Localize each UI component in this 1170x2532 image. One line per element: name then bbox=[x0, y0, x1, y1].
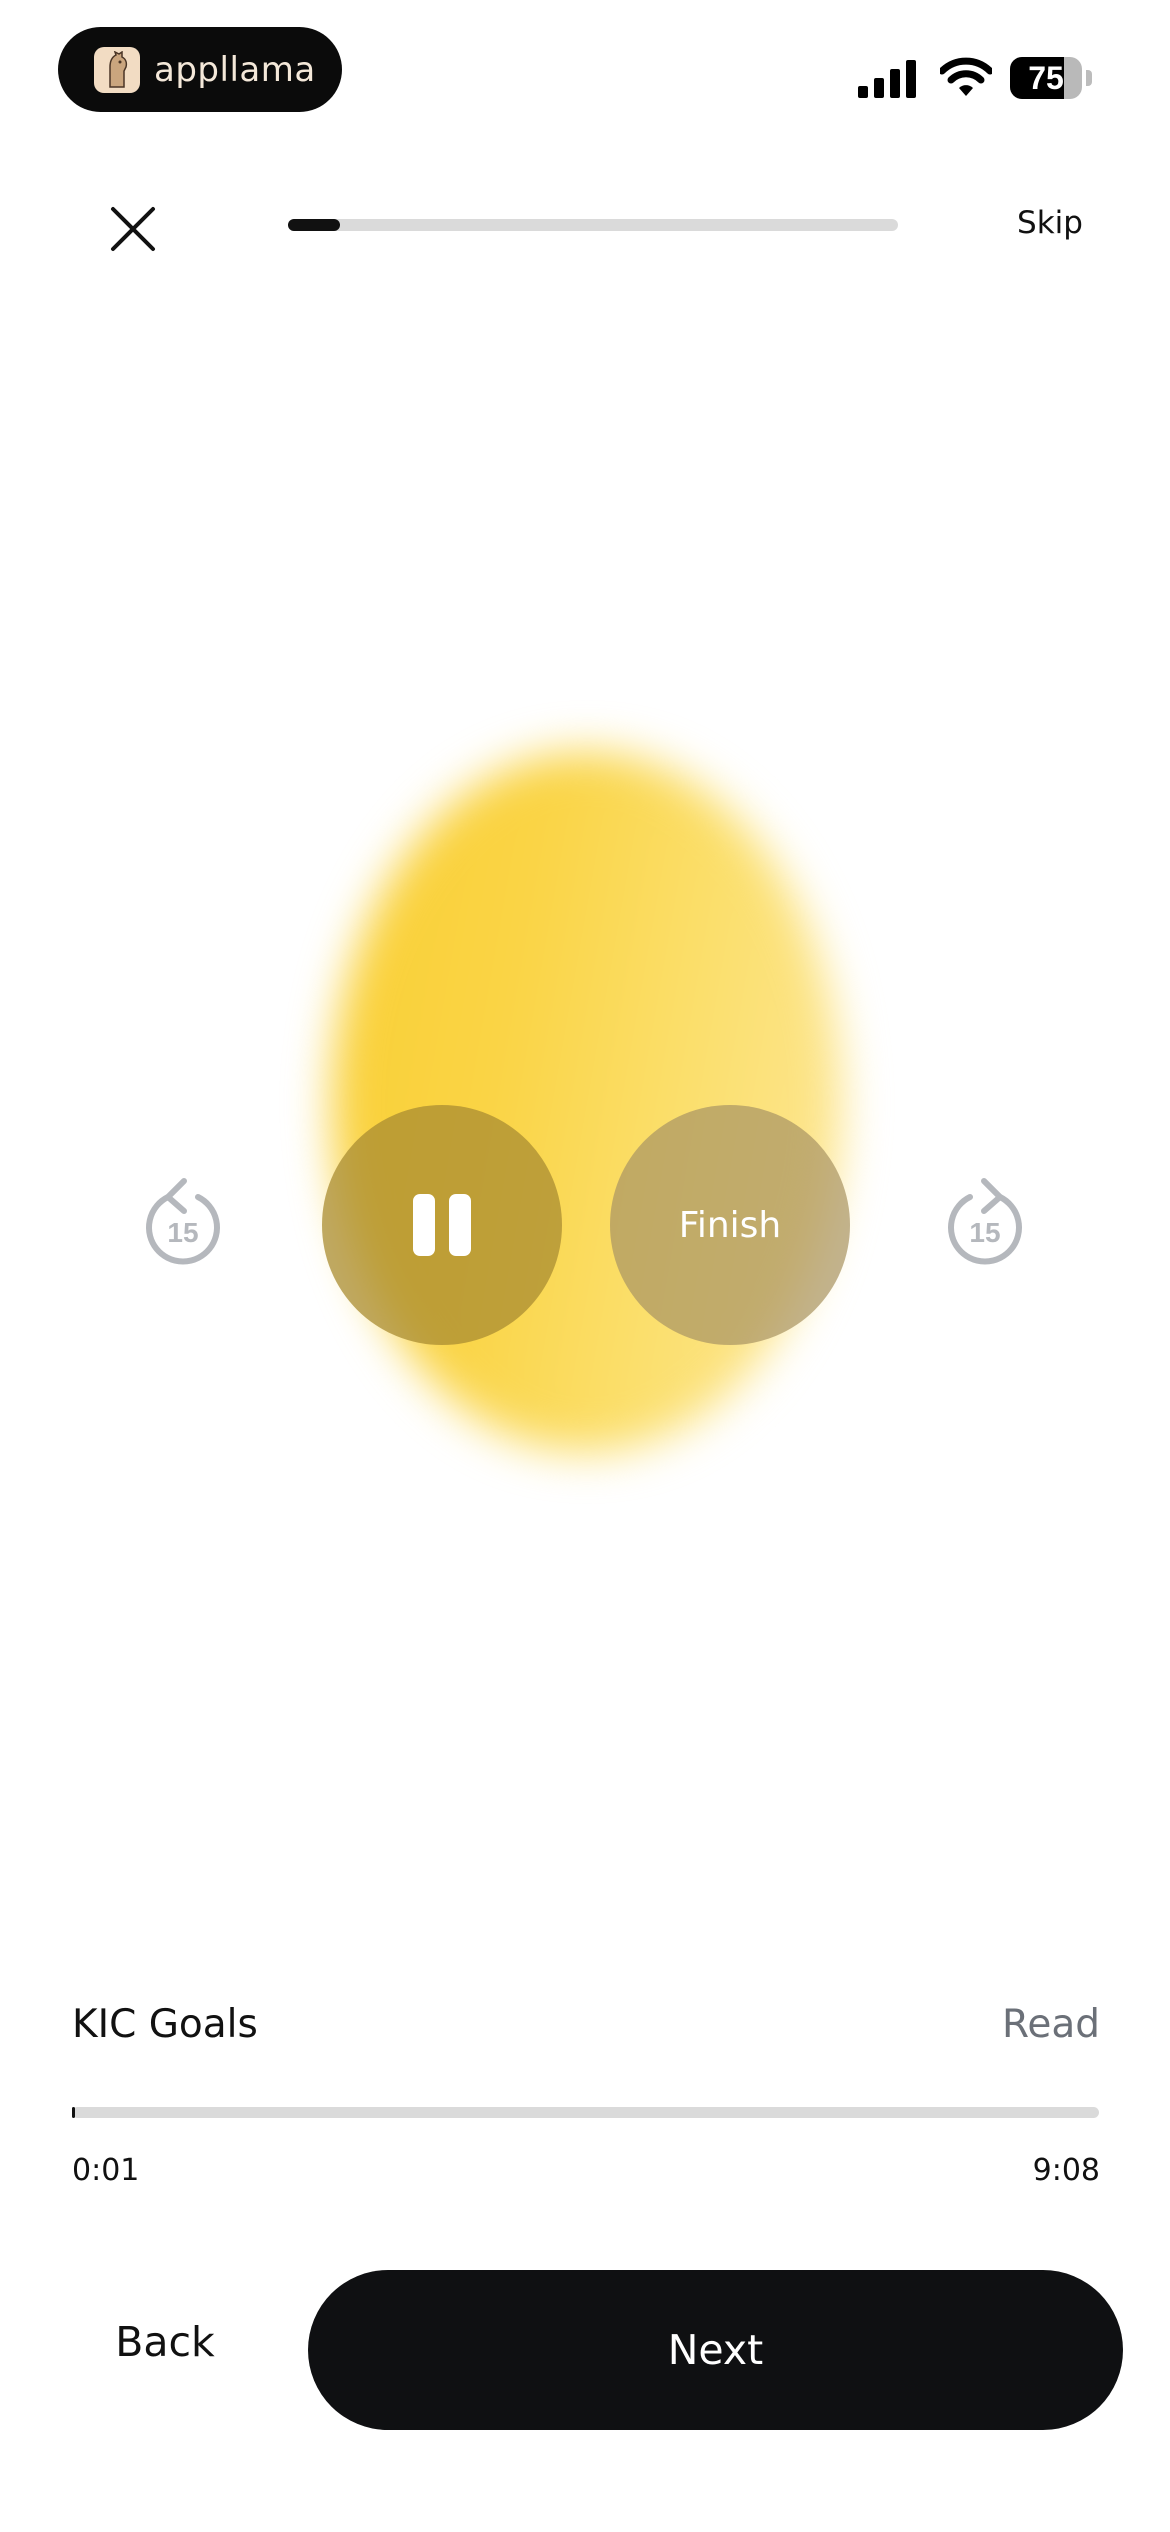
skip-button[interactable]: Skip bbox=[990, 205, 1110, 241]
read-button[interactable]: Read bbox=[960, 2002, 1100, 2047]
forward-15-icon: 15 bbox=[948, 1178, 1022, 1265]
back-button[interactable]: Back bbox=[100, 2318, 230, 2366]
pause-button[interactable] bbox=[322, 1105, 562, 1345]
playback-scrubber[interactable] bbox=[72, 2107, 1099, 2118]
battery-tip bbox=[1086, 70, 1092, 86]
rewind-seconds: 15 bbox=[167, 1217, 198, 1248]
appllama-pill: appllama bbox=[58, 27, 342, 112]
close-button[interactable] bbox=[98, 194, 168, 264]
playback-progress-fill bbox=[72, 2107, 76, 2118]
wifi-icon bbox=[938, 55, 994, 99]
forward-seconds: 15 bbox=[969, 1217, 1000, 1248]
close-icon bbox=[111, 207, 155, 251]
battery-level: 75 bbox=[1028, 60, 1064, 96]
brand-name: appllama bbox=[154, 49, 316, 90]
next-button[interactable]: Next bbox=[308, 2270, 1123, 2430]
lesson-progress-fill bbox=[288, 219, 340, 231]
rewind-15-icon: 15 bbox=[146, 1178, 220, 1265]
llama-logo-icon bbox=[94, 46, 140, 93]
track-title: KIC Goals bbox=[72, 2002, 258, 2047]
rewind-15-button[interactable]: 15 bbox=[138, 1175, 228, 1275]
battery-icon: 75 bbox=[1010, 57, 1082, 99]
forward-15-button[interactable]: 15 bbox=[940, 1175, 1030, 1275]
cellular-signal-icon bbox=[858, 58, 918, 98]
total-time: 9:08 bbox=[1032, 2153, 1100, 2188]
pause-icon bbox=[406, 1194, 478, 1256]
lesson-progress-bar bbox=[288, 219, 898, 231]
audio-visual-blob bbox=[332, 752, 842, 1452]
finish-button[interactable]: Finish bbox=[610, 1105, 850, 1345]
current-time: 0:01 bbox=[72, 2153, 140, 2188]
